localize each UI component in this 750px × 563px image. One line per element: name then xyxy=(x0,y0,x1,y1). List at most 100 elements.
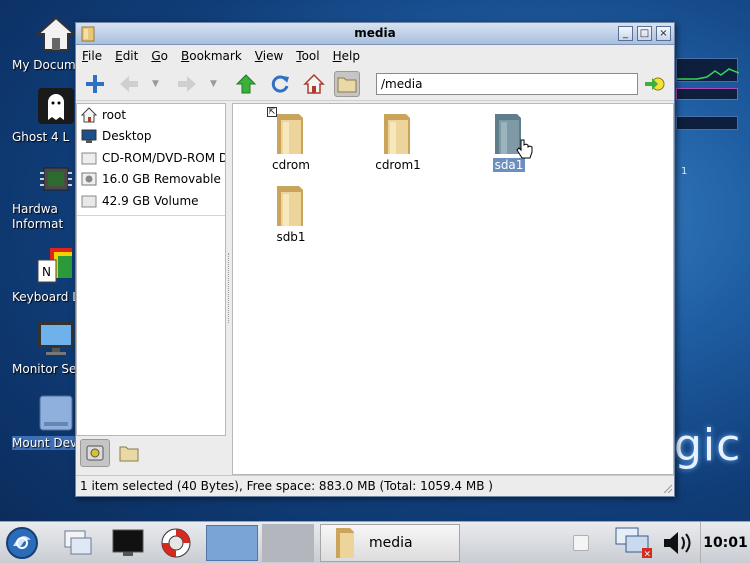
menu-file[interactable]: File xyxy=(82,49,102,63)
file-manager-window: media _ □ × File Edit Go Bookmark View T… xyxy=(75,22,675,497)
file-item-cdrom[interactable]: cdrom xyxy=(251,110,331,172)
home-button[interactable] xyxy=(301,71,327,97)
keyboard-layout-icon: N xyxy=(37,248,72,283)
monitor-icon xyxy=(38,322,74,355)
sidebar-item-desktop[interactable]: Desktop xyxy=(77,126,225,148)
file-label: sdb1 xyxy=(276,230,306,244)
sidebar-item-volume[interactable]: 42.9 GB Volume xyxy=(77,190,225,212)
sidebar-item-root[interactable]: root xyxy=(77,104,225,126)
taskbar-item-media[interactable]: media xyxy=(320,524,460,562)
menu-tool[interactable]: Tool xyxy=(296,49,319,63)
home-icon xyxy=(81,107,97,123)
desktop-icon-label: My Docum xyxy=(12,58,76,72)
up-button[interactable] xyxy=(233,71,259,97)
forward-button[interactable] xyxy=(174,71,200,97)
cpu-graph xyxy=(676,58,740,82)
file-item-sda1[interactable]: sda1 xyxy=(469,110,549,172)
clock[interactable]: 10:01 xyxy=(700,522,750,563)
sidebar-item-label: Desktop xyxy=(102,129,152,144)
menu-edit[interactable]: Edit xyxy=(115,49,138,63)
close-button[interactable]: × xyxy=(656,26,671,41)
show-windows-button[interactable] xyxy=(58,525,98,561)
workspace-2-button[interactable] xyxy=(262,524,314,562)
folder-icon xyxy=(336,528,354,558)
up-arrow-icon xyxy=(235,74,257,94)
windows-icon xyxy=(64,530,92,555)
sidebar-item-label: 16.0 GB Removable Vo xyxy=(102,172,225,187)
folder-icon xyxy=(119,446,139,462)
content-area: root Desktop CD-ROM/DVD-ROM Dr 16.0 GB R… xyxy=(76,103,674,475)
sidebar-item-cdrom[interactable]: CD-ROM/DVD-ROM Dr xyxy=(77,147,225,169)
desktop-icon-label: Monitor Set xyxy=(12,362,76,376)
taskbar-item-label: media xyxy=(369,535,413,551)
home-folder-icon xyxy=(36,16,76,51)
terminal-launcher[interactable] xyxy=(108,525,148,561)
ghost-icon xyxy=(38,88,74,124)
go-key-icon xyxy=(645,77,665,91)
menu-go[interactable]: Go xyxy=(151,49,168,63)
status-text: 1 item selected (40 Bytes), Free space: … xyxy=(80,479,493,493)
desktop-icon-label: Hardwa Informat xyxy=(12,202,64,231)
desktop-icon xyxy=(81,129,97,144)
hard-drive-icon xyxy=(81,195,97,208)
maximize-button[interactable]: □ xyxy=(637,26,652,41)
menu-view[interactable]: View xyxy=(255,49,283,63)
network-icon[interactable]: × xyxy=(612,526,656,560)
svg-text:×: × xyxy=(644,550,652,560)
desktop-icon-label: Ghost 4 L xyxy=(12,130,70,144)
file-view: ⇱ cdrom cdrom1 sda1 sdb1 xyxy=(232,103,674,475)
brand-logo-text: gic xyxy=(674,420,742,471)
volume-icon[interactable] xyxy=(660,528,696,558)
places-view-button[interactable] xyxy=(80,439,110,467)
show-desktop-button[interactable] xyxy=(573,535,589,551)
sidebar-item-label: root xyxy=(102,107,127,122)
minimize-button[interactable]: _ xyxy=(618,26,633,41)
directory-tree-view-button[interactable] xyxy=(114,439,144,467)
path-input[interactable] xyxy=(376,73,638,95)
new-tab-button[interactable] xyxy=(82,71,108,97)
file-item-sdb1[interactable]: sdb1 xyxy=(251,182,331,244)
window-title: media xyxy=(354,26,396,40)
sidebar-item-label: CD-ROM/DVD-ROM Dr xyxy=(102,150,225,165)
chip-icon xyxy=(40,167,72,191)
folder-icon xyxy=(277,114,303,154)
back-history-chevron-icon[interactable]: ▼ xyxy=(152,79,159,89)
reload-button[interactable] xyxy=(267,71,293,97)
start-logo-icon xyxy=(6,527,38,559)
resize-grip-icon[interactable] xyxy=(662,483,672,493)
widget-label: 1 xyxy=(681,166,688,177)
file-item-cdrom1[interactable]: cdrom1 xyxy=(358,110,438,172)
svg-text:N: N xyxy=(42,265,51,279)
file-label: sda1 xyxy=(492,158,526,172)
memory-bar xyxy=(676,88,738,100)
forward-history-chevron-icon[interactable]: ▼ xyxy=(210,79,217,89)
location-bar-toggle-button[interactable] xyxy=(334,71,360,97)
forward-arrow-icon xyxy=(178,76,196,92)
plus-icon xyxy=(86,75,104,93)
go-button[interactable] xyxy=(644,75,666,93)
folder-icon xyxy=(277,186,303,226)
folder-icon xyxy=(384,114,410,154)
help-launcher[interactable] xyxy=(156,525,196,561)
workspace-1-button[interactable] xyxy=(206,525,258,561)
pane-splitter[interactable] xyxy=(228,253,230,323)
back-arrow-icon xyxy=(120,76,138,92)
menu-help[interactable]: Help xyxy=(333,49,360,63)
file-label: cdrom xyxy=(272,158,310,172)
cpu-graph-line xyxy=(677,68,740,80)
removable-drive-icon xyxy=(81,172,97,186)
menu-bookmark[interactable]: Bookmark xyxy=(181,49,242,63)
back-button[interactable] xyxy=(116,71,142,97)
status-bar: 1 item selected (40 Bytes), Free space: … xyxy=(76,475,674,495)
cdrom-icon xyxy=(81,152,97,165)
sidebar-item-removable-volume[interactable]: 16.0 GB Removable Vo xyxy=(77,169,225,191)
home-icon xyxy=(303,73,325,94)
hand-cursor-icon xyxy=(516,139,533,159)
drive-places-icon xyxy=(86,445,104,461)
sidebar-item-label: 42.9 GB Volume xyxy=(102,193,199,208)
disk-bar xyxy=(676,116,738,130)
sidebar-separator xyxy=(77,214,225,216)
start-menu-button[interactable] xyxy=(2,525,42,561)
title-bar[interactable]: media _ □ × xyxy=(76,23,674,45)
drive-icon xyxy=(39,395,73,431)
